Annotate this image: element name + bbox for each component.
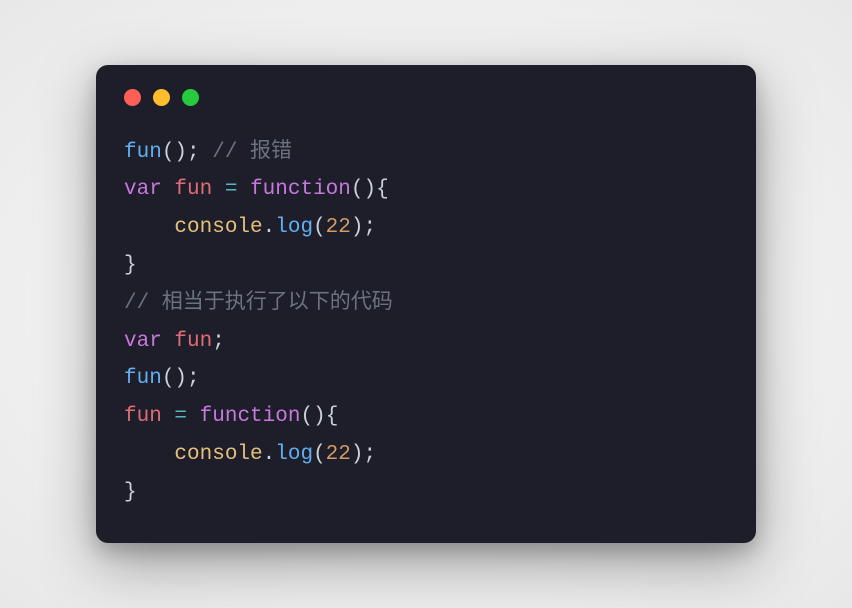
traffic-lights [124, 89, 728, 106]
code-line: } [124, 247, 728, 285]
code-token-plain [162, 330, 175, 353]
code-token-plain [200, 141, 213, 164]
code-token-ident: fun [174, 330, 212, 353]
code-token-plain [187, 405, 200, 428]
code-token-ident: fun [174, 178, 212, 201]
code-token-paren: ) [174, 367, 187, 390]
code-token-fn: fun [124, 367, 162, 390]
code-token-brace: { [376, 178, 389, 201]
code-token-number: 22 [326, 443, 351, 466]
code-token-assign: = [174, 405, 187, 428]
code-token-brace: } [124, 254, 137, 277]
zoom-icon[interactable] [182, 89, 199, 106]
code-token-paren: ) [364, 178, 377, 201]
code-token-plain [124, 443, 174, 466]
code-line: var fun = function(){ [124, 171, 728, 209]
code-line: var fun; [124, 323, 728, 361]
code-token-plain [162, 405, 175, 428]
code-token-method: log [275, 443, 313, 466]
code-token-paren: ( [351, 178, 364, 201]
code-token-comment: // 相当于执行了以下的代码 [124, 292, 393, 315]
code-token-fn: fun [124, 141, 162, 164]
code-line: console.log(22); [124, 209, 728, 247]
code-token-brace: { [326, 405, 339, 428]
code-token-funckw: function [250, 178, 351, 201]
code-line: // 相当于执行了以下的代码 [124, 285, 728, 323]
code-token-punct: ; [187, 367, 200, 390]
code-token-builtin: console [174, 216, 262, 239]
code-token-keyword: var [124, 178, 162, 201]
code-token-ident: fun [124, 405, 162, 428]
code-token-plain [162, 178, 175, 201]
code-token-brace: } [124, 481, 137, 504]
code-token-plain [124, 216, 174, 239]
code-line: fun(); // 报错 [124, 134, 728, 172]
close-icon[interactable] [124, 89, 141, 106]
code-token-plain [237, 178, 250, 201]
code-token-builtin: console [174, 443, 262, 466]
code-line: fun(); [124, 360, 728, 398]
code-line: console.log(22); [124, 436, 728, 474]
code-line: fun = function(){ [124, 398, 728, 436]
minimize-icon[interactable] [153, 89, 170, 106]
code-token-method: log [275, 216, 313, 239]
code-token-paren: ( [300, 405, 313, 428]
code-token-punct: ; [364, 216, 377, 239]
code-token-punct: . [263, 443, 276, 466]
code-token-assign: = [225, 178, 238, 201]
code-token-punct: ; [187, 141, 200, 164]
code-token-keyword: var [124, 330, 162, 353]
code-window: fun(); // 报错var fun = function(){ consol… [96, 65, 756, 544]
code-token-paren: ( [313, 216, 326, 239]
code-token-paren: ) [313, 405, 326, 428]
code-token-paren: ) [351, 443, 364, 466]
code-token-paren: ) [351, 216, 364, 239]
code-token-comment: // 报错 [212, 141, 292, 164]
code-token-paren: ( [313, 443, 326, 466]
code-token-paren: ( [162, 367, 175, 390]
code-token-number: 22 [326, 216, 351, 239]
code-token-punct: . [263, 216, 276, 239]
code-line: } [124, 474, 728, 512]
code-block: fun(); // 报错var fun = function(){ consol… [124, 134, 728, 512]
code-token-punct: ; [364, 443, 377, 466]
code-token-paren: ( [162, 141, 175, 164]
code-token-punct: ; [212, 330, 225, 353]
code-token-plain [212, 178, 225, 201]
code-token-funckw: function [200, 405, 301, 428]
code-token-paren: ) [174, 141, 187, 164]
